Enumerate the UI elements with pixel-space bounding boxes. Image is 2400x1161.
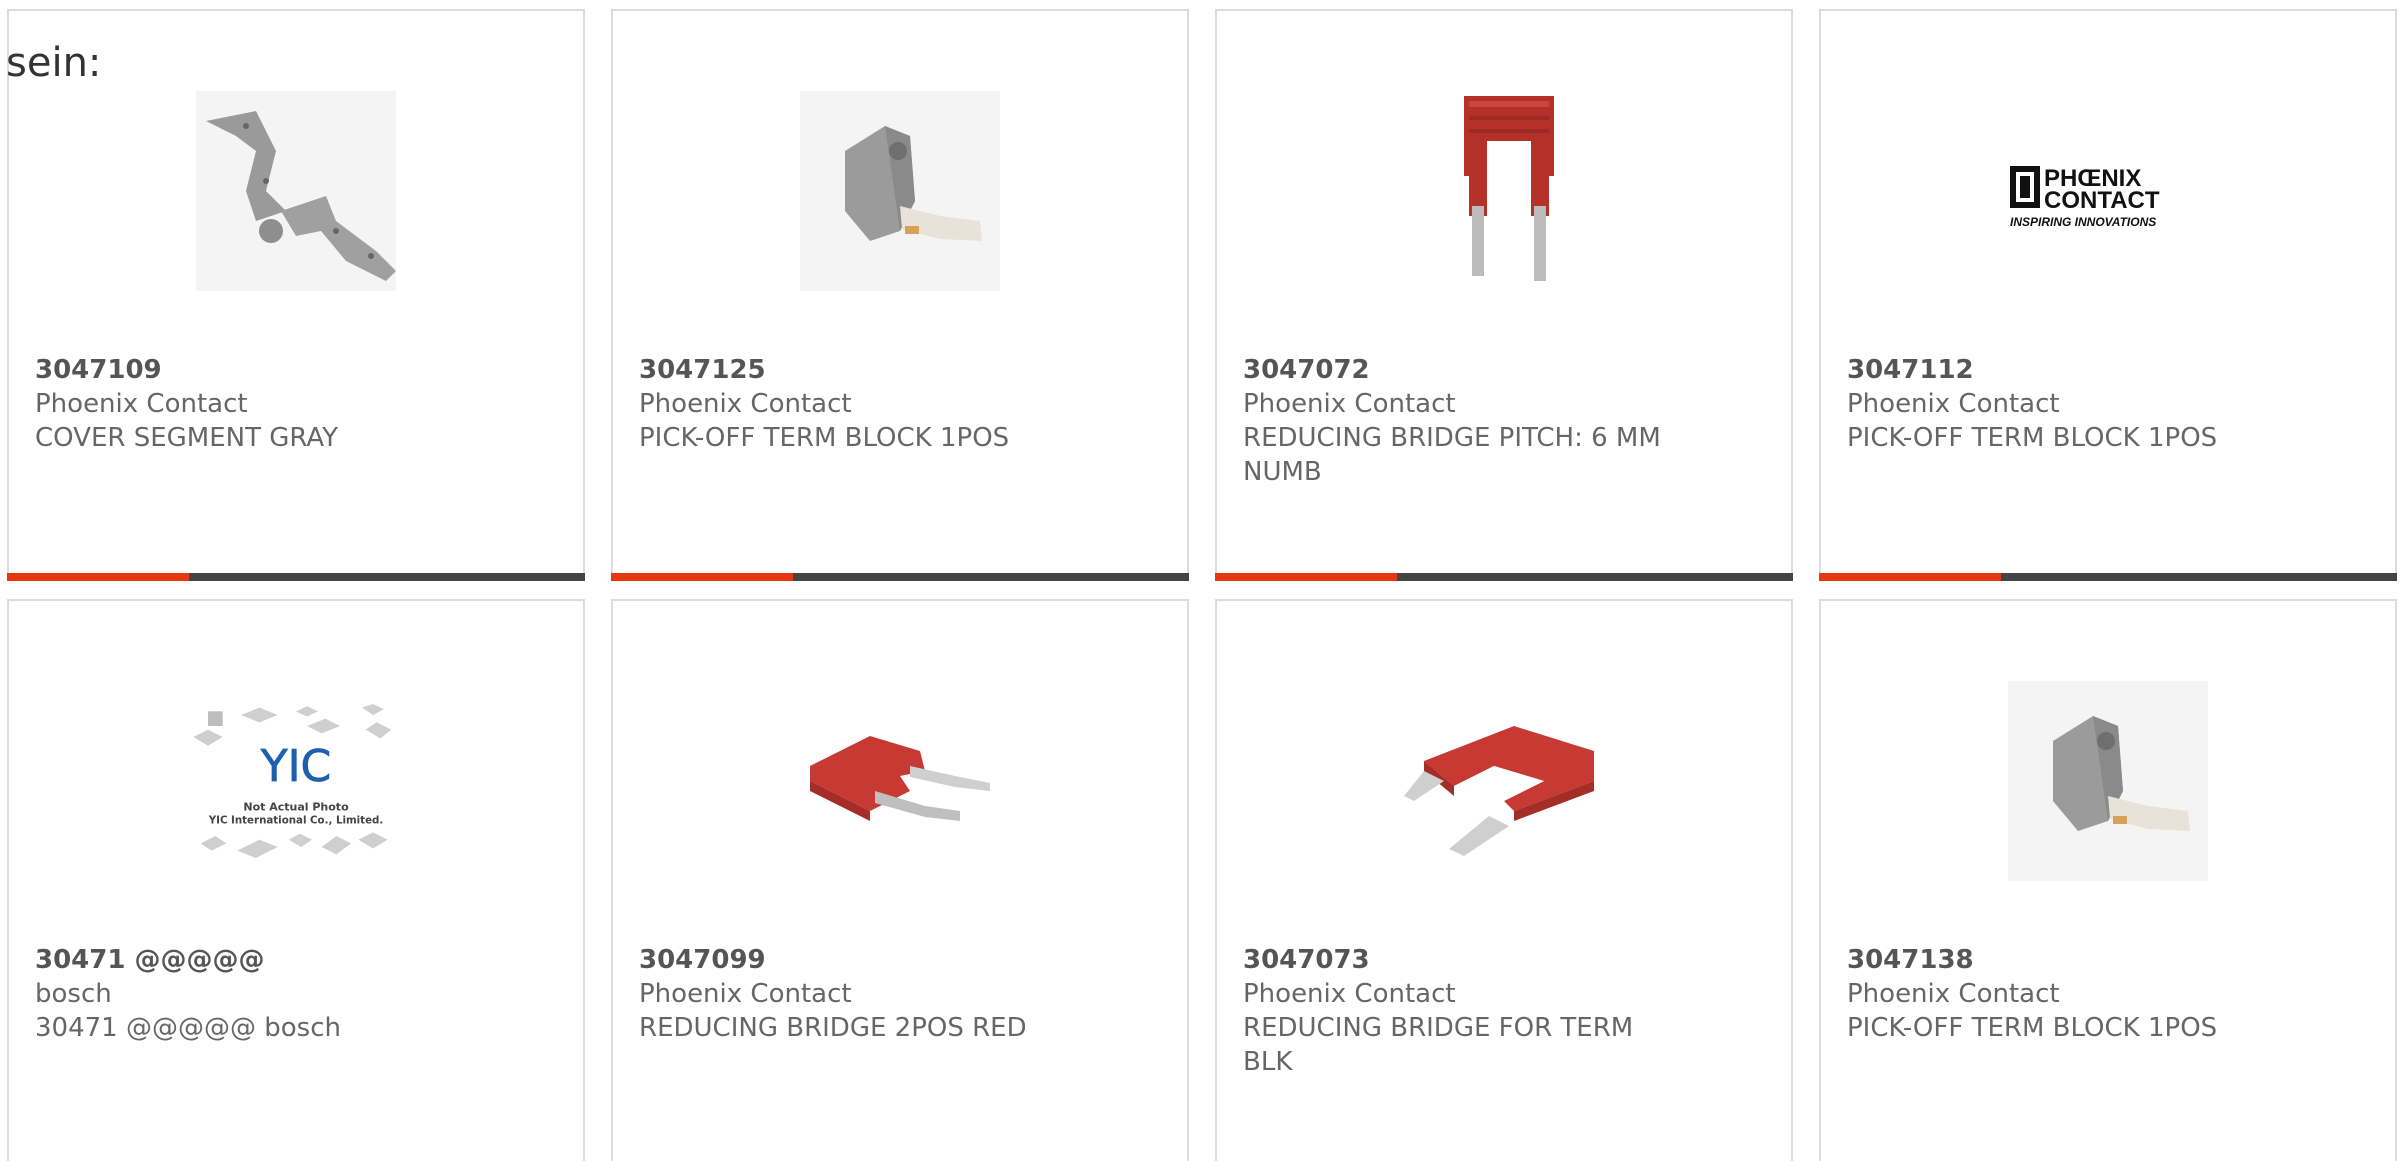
card-accent-bar (1819, 573, 2397, 581)
logo-line-2: CONTACT (2044, 187, 2160, 214)
product-text: 3047138 Phoenix Contact PICK-OFF TERM BL… (1847, 943, 2369, 1045)
manufacturer-name: Phoenix Contact (1243, 389, 1456, 419)
not-actual-photo-placeholder-image[interactable]: YIC Not Actual Photo YIC International C… (186, 671, 406, 891)
phoenix-contact-logo-image[interactable]: PHŒNIX CONTACT INSPIRING INNOVATIONS (1998, 81, 2218, 301)
red-bridge-vertical-image[interactable] (1394, 81, 1614, 301)
product-text: 30471 @@@@@ bosch 30471 @@@@@ bosch (35, 943, 557, 1045)
product-card[interactable]: 3047125 Phoenix Contact PICK-OFF TERM BL… (611, 9, 1189, 581)
manufacturer-name: Phoenix Contact (1243, 979, 1456, 1009)
product-card[interactable]: YIC Not Actual Photo YIC International C… (7, 599, 585, 1161)
part-number-link[interactable]: 3047099 (639, 943, 1161, 977)
part-number-link[interactable]: 3047125 (639, 353, 1161, 387)
product-grid-page: sein: 3047109 Phoenix Contact COVER SEGM… (0, 0, 2400, 1161)
product-description: COVER SEGMENT GRAY (35, 423, 339, 453)
card-accent-bar (611, 573, 1189, 581)
part-number-link[interactable]: 3047109 (35, 353, 557, 387)
product-card[interactable]: 3047109 Phoenix Contact COVER SEGMENT GR… (7, 9, 585, 581)
product-text: 3047072 Phoenix Contact REDUCING BRIDGE … (1243, 353, 1765, 489)
product-description: PICK-OFF TERM BLOCK 1POS (639, 423, 1010, 453)
product-description: 30471 @@@@@ bosch (35, 1013, 341, 1043)
gray-pickoff-terminal-image[interactable] (1998, 671, 2218, 891)
manufacturer-name: Phoenix Contact (1847, 389, 2060, 419)
product-text: 3047099 Phoenix Contact REDUCING BRIDGE … (639, 943, 1161, 1045)
red-bridge-term-image[interactable] (1394, 671, 1614, 891)
product-description: REDUCING BRIDGE 2POS RED (639, 1013, 1027, 1043)
part-number-link[interactable]: 3047073 (1243, 943, 1765, 977)
red-bridge-2pos-image[interactable] (790, 671, 1010, 891)
gray-cover-segment-image[interactable] (186, 81, 406, 301)
product-text: 3047073 Phoenix Contact REDUCING BRIDGE … (1243, 943, 1765, 1079)
part-number-link[interactable]: 3047138 (1847, 943, 2369, 977)
manufacturer-name: Phoenix Contact (1847, 979, 2060, 1009)
product-card[interactable]: PHŒNIX CONTACT INSPIRING INNOVATIONS 304… (1819, 9, 2397, 581)
part-number-link[interactable]: 30471 @@@@@ (35, 943, 557, 977)
placeholder-line-1: Not Actual Photo (243, 800, 349, 813)
manufacturer-name: Phoenix Contact (35, 389, 248, 419)
product-description: PICK-OFF TERM BLOCK 1POS (1847, 423, 2218, 453)
product-description: PICK-OFF TERM BLOCK 1POS (1847, 1013, 2218, 1043)
header-text-fragment: sein: (6, 40, 102, 86)
product-card[interactable]: 3047073 Phoenix Contact REDUCING BRIDGE … (1215, 599, 1793, 1161)
part-number-link[interactable]: 3047072 (1243, 353, 1765, 387)
svg-text:YIC: YIC (260, 741, 332, 792)
card-accent-highlight (611, 573, 793, 581)
product-card[interactable]: 3047072 Phoenix Contact REDUCING BRIDGE … (1215, 9, 1793, 581)
logo-tagline: INSPIRING INNOVATIONS (2010, 215, 2156, 229)
product-text: 3047112 Phoenix Contact PICK-OFF TERM BL… (1847, 353, 2369, 455)
card-accent-bar (1215, 573, 1793, 581)
product-grid: 3047109 Phoenix Contact COVER SEGMENT GR… (0, 0, 2400, 1161)
manufacturer-name: Phoenix Contact (639, 389, 852, 419)
placeholder-line-2: YIC International Co., Limited. (208, 815, 384, 827)
card-accent-bar (7, 573, 585, 581)
card-accent-highlight (1819, 573, 2001, 581)
product-description: REDUCING BRIDGE PITCH: 6 MM NUMB (1243, 423, 1661, 487)
product-text: 3047109 Phoenix Contact COVER SEGMENT GR… (35, 353, 557, 455)
manufacturer-name: Phoenix Contact (639, 979, 852, 1009)
gray-pickoff-terminal-image[interactable] (790, 81, 1010, 301)
product-text: 3047125 Phoenix Contact PICK-OFF TERM BL… (639, 353, 1161, 455)
card-accent-highlight (7, 573, 189, 581)
part-number-link[interactable]: 3047112 (1847, 353, 2369, 387)
product-card[interactable]: 3047138 Phoenix Contact PICK-OFF TERM BL… (1819, 599, 2397, 1161)
product-description: REDUCING BRIDGE FOR TERM BLK (1243, 1013, 1634, 1077)
card-accent-highlight (1215, 573, 1397, 581)
product-card[interactable]: 3047099 Phoenix Contact REDUCING BRIDGE … (611, 599, 1189, 1161)
manufacturer-name: bosch (35, 979, 112, 1009)
